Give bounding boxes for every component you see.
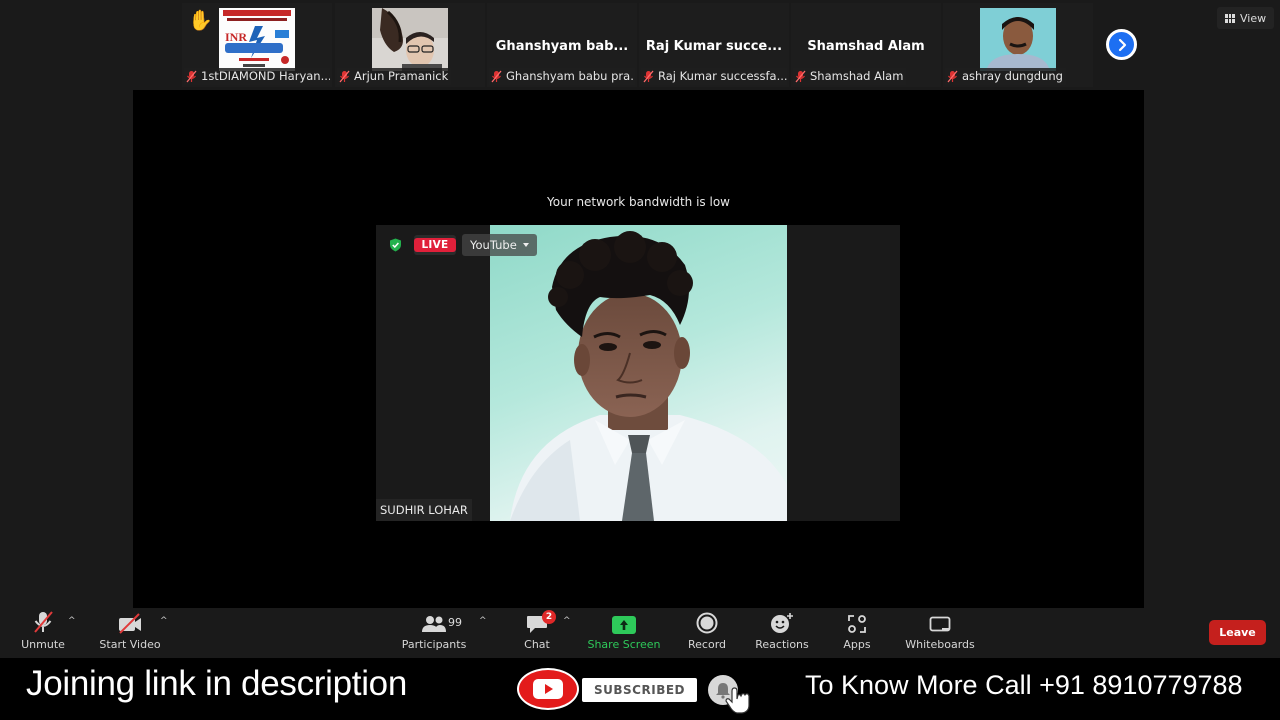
participants-options-caret[interactable]: ^ [479, 616, 487, 626]
participant-tile[interactable]: ✋ INR 1stDIAMOND Haryan... [182, 3, 332, 87]
reactions-button[interactable]: Reactions [755, 608, 809, 658]
chat-options-caret[interactable]: ^ [563, 616, 571, 626]
promo-banner: Joining link in description SUBSCRIBED T… [0, 658, 1280, 720]
participant-name: ashray dungdung [962, 69, 1063, 83]
stream-target-dropdown[interactable]: YouTube [462, 234, 537, 256]
subscribed-button[interactable]: SUBSCRIBED [582, 678, 697, 702]
youtube-logo-icon [517, 668, 579, 710]
participant-display-name: Ghanshyam bab... [495, 39, 629, 54]
audio-options-caret[interactable]: ^ [68, 616, 76, 626]
apps-label: Apps [843, 638, 871, 651]
whiteboard-icon [929, 616, 951, 632]
mic-muted-icon [186, 70, 197, 83]
participant-video-thumbnail [980, 8, 1056, 71]
record-button[interactable]: Record [688, 608, 726, 658]
whiteboards-label: Whiteboards [905, 638, 975, 651]
chat-label: Chat [524, 638, 550, 651]
encryption-shield-icon [390, 238, 401, 252]
video-off-icon [119, 613, 141, 634]
leave-button[interactable]: Leave [1209, 620, 1266, 645]
participant-name-label: Arjun Pramanick [337, 68, 452, 85]
network-bandwidth-notice: Your network bandwidth is low [547, 195, 730, 209]
chevron-right-icon [1118, 38, 1126, 51]
video-options-caret[interactable]: ^ [160, 616, 168, 626]
reactions-icon [771, 613, 793, 633]
participant-tile[interactable]: Arjun Pramanick [335, 3, 485, 87]
raised-hand-icon: ✋ [188, 8, 213, 32]
main-stage: Your network bandwidth is low LIVE YouTu… [133, 90, 1144, 608]
mic-muted-icon [34, 611, 53, 633]
joining-link-text: Joining link in description [26, 664, 408, 703]
participant-name: Arjun Pramanick [354, 69, 449, 83]
chat-unread-badge: 2 [542, 610, 556, 624]
active-speaker-video[interactable]: LIVE YouTube SUDHIR LOHAR [376, 225, 900, 521]
participants-label: Participants [401, 638, 467, 651]
mic-muted-icon [795, 70, 806, 83]
participant-video-thumbnail [372, 8, 448, 71]
mic-muted-icon [339, 70, 350, 83]
participant-tile[interactable]: Ghanshyam bab... Ghanshyam babu pra... [487, 3, 637, 87]
record-label: Record [688, 638, 727, 651]
live-label: LIVE [414, 238, 456, 252]
start-video-button[interactable]: Start Video [99, 608, 161, 658]
participant-name-label: Raj Kumar successfa... [641, 68, 787, 85]
mic-muted-icon [947, 70, 958, 83]
participant-strip: ✋ INR 1stDIAMOND Haryan... Arjun Pramani… [0, 0, 1280, 90]
participant-tile[interactable]: ashray dungdung [943, 3, 1093, 87]
participant-name: Raj Kumar successfa... [658, 69, 787, 83]
unmute-button[interactable]: Unmute [21, 608, 65, 658]
participant-name-label: ashray dungdung [945, 68, 1066, 85]
participant-tile[interactable]: Raj Kumar succe... Raj Kumar successfa..… [639, 3, 789, 87]
participants-icon [422, 616, 446, 632]
start-video-label: Start Video [99, 638, 161, 651]
chat-button[interactable]: 2 Chat [522, 608, 556, 658]
meeting-toolbar: Unmute ^ Start Video ^ Participants 99 ^ [0, 608, 1280, 658]
participant-name-label: 1stDIAMOND Haryan... [184, 68, 330, 85]
speaker-video-feed [490, 225, 787, 521]
record-icon [696, 612, 718, 634]
participant-tile[interactable]: Shamshad Alam Shamshad Alam [791, 3, 941, 87]
whiteboards-button[interactable]: Whiteboards [905, 608, 975, 658]
caret-down-icon [522, 243, 529, 247]
share-screen-icon [612, 616, 636, 634]
stream-target-label: YouTube [470, 238, 517, 252]
view-button[interactable]: View [1217, 7, 1275, 29]
reactions-label: Reactions [755, 638, 809, 651]
live-indicator: LIVE [414, 235, 456, 255]
contact-call-text: To Know More Call +91 8910779788 [805, 670, 1243, 700]
pointer-hand-icon [725, 687, 750, 714]
participant-name: Shamshad Alam [810, 69, 904, 83]
svg-text:INR: INR [225, 30, 247, 44]
mic-muted-icon [643, 70, 654, 83]
share-screen-label: Share Screen [587, 638, 661, 651]
participant-video-thumbnail: INR [219, 8, 295, 71]
speaker-name-tag: SUDHIR LOHAR [376, 499, 472, 521]
mic-muted-icon [491, 70, 502, 83]
participant-name: Ghanshyam babu pra... [506, 69, 635, 83]
participant-display-name: Shamshad Alam [807, 39, 925, 54]
participant-name-label: Shamshad Alam [793, 68, 907, 85]
apps-icon [848, 615, 866, 633]
share-screen-button[interactable]: Share Screen [587, 608, 661, 658]
participant-display-name: Raj Kumar succe... [645, 39, 783, 54]
apps-button[interactable]: Apps [843, 608, 871, 658]
next-page-button[interactable] [1106, 29, 1137, 60]
unmute-label: Unmute [21, 638, 65, 651]
participants-count: 99 [448, 616, 462, 629]
participant-name: 1stDIAMOND Haryan... [201, 69, 330, 83]
grid-view-icon [1225, 13, 1235, 23]
view-label: View [1240, 11, 1267, 25]
participant-name-label: Ghanshyam babu pra... [489, 68, 635, 85]
